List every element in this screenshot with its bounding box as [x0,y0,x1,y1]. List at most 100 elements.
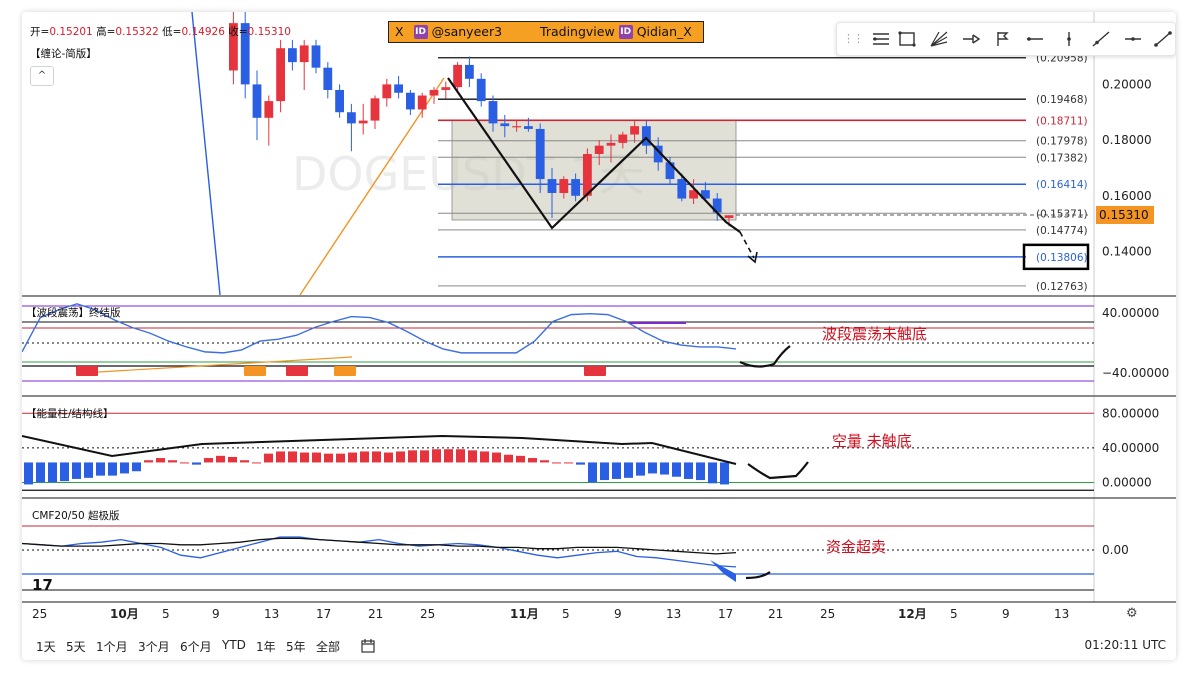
wave-signal-marker [334,366,356,376]
energy-bar [24,462,33,485]
energy-bar [276,451,285,463]
energy-bar [672,462,681,477]
range-1y[interactable]: 1年 [256,638,276,655]
rectangle-tool-icon[interactable] [897,30,917,48]
candle-body [476,78,486,102]
time-axis-label: 25 [32,607,47,621]
price-axis-label: 0.14000 [1102,244,1152,258]
flag-marker-icon[interactable] [993,30,1013,48]
energy-bar [96,462,105,476]
arrow-marker-icon[interactable] [961,30,981,48]
candle-body [358,120,368,124]
energy-bar [648,462,657,474]
energy-bar [408,450,417,463]
fib-level-label: (0.18711) [1036,115,1088,127]
time-axis-label: 25 [420,607,435,621]
range-5y[interactable]: 5年 [286,638,306,655]
candle-body [594,145,604,154]
candle-body [288,48,297,63]
energy-bar [372,451,381,463]
energy-axis-label: 80.00000 [1102,406,1159,420]
time-axis-label: 5 [162,607,170,621]
parallel-lines-icon[interactable] [871,30,891,48]
open-label: 开= [30,26,50,38]
range-6m[interactable]: 6个月 [180,638,212,655]
high-label: 高= [96,26,116,38]
energy-bar [432,449,441,463]
energy-bar [588,462,597,483]
wave-signal-marker [244,366,266,376]
settings-gear-icon[interactable]: ⚙ [1126,606,1138,621]
drag-handle-icon[interactable]: ⋮⋮ [843,32,864,45]
banner-handle-2: Qidian_X [636,24,692,39]
cmf-axis-label: 0.00 [1102,543,1129,557]
range-ytd[interactable]: YTD [222,638,246,652]
energy-bar [132,462,141,472]
watermark-banner: X ID @sanyeer3 Tradingview ID Qidian_X [388,21,704,43]
candle-body [323,67,333,90]
time-axis-label: 25 [820,607,835,621]
wave-annotation: 波段震荡未触底 [822,325,928,343]
blue-trend-line [191,12,221,296]
energy-bar [156,458,165,463]
energy-bar [252,462,261,464]
candle-body [488,101,498,124]
candle-body [606,142,616,146]
collapse-button[interactable]: ^ [30,66,54,86]
open-value: 0.15201 [49,26,93,38]
time-axis-label: 21 [368,607,383,621]
fib-level-label: (0.15371) [1036,208,1088,220]
energy-bar [468,450,477,463]
energy-bar [612,462,621,479]
time-axis-label: 11月 [510,607,539,621]
range-5d[interactable]: 5天 [66,638,86,655]
time-axis-label: 17 [718,607,733,621]
horizontal-ray-icon[interactable] [1025,30,1045,48]
candle-body [559,179,569,193]
energy-bar [240,460,249,463]
wave-peak-mark [630,322,686,324]
time-axis-label: 21 [768,607,783,621]
chart-canvas[interactable]: DOGEUSDT 1天0.140000.160000.180000.20000(… [22,12,1176,660]
ray-line-icon[interactable] [1153,30,1173,48]
energy-bar [660,462,669,475]
low-value: 0.14926 [181,26,225,38]
energy-bar [300,452,309,463]
range-3m[interactable]: 3个月 [138,638,170,655]
candle-body [618,134,628,143]
candle-body [571,179,580,196]
candle-body [347,112,356,124]
energy-axis-label: 0.00000 [1102,475,1152,489]
candle-body [512,126,521,128]
energy-bar [348,452,357,463]
trend-line-icon[interactable] [1091,30,1111,48]
time-axis-label: 13 [1054,607,1069,621]
energy-bar [48,462,57,483]
candle-body [311,45,321,68]
id-badge-icon: ID [413,25,428,39]
projection-arrow-line [739,231,755,259]
time-axis-label: 9 [212,607,220,621]
cmf-dip-fill [710,560,736,582]
calendar-range-icon[interactable] [360,638,376,654]
range-all[interactable]: 全部 [316,638,340,655]
energy-bar [120,462,129,474]
time-axis-label: 9 [614,607,622,621]
price-axis-label: 0.20000 [1102,77,1152,91]
energy-axis-label: 40.00000 [1102,441,1159,455]
banner-handle-1: @sanyeer3 [431,24,503,39]
fib-level-label: (0.19468) [1036,94,1088,106]
time-axis-label: 13 [666,607,681,621]
time-axis-label: 9 [1002,607,1010,621]
cmf-annotation: 资金超卖 [826,538,887,556]
vertical-line-icon[interactable] [1059,30,1079,48]
range-1d[interactable]: 1天 [36,638,56,655]
fib-fan-icon[interactable] [929,30,949,48]
candle-body [370,98,380,121]
energy-bar [108,462,117,476]
range-1m[interactable]: 1个月 [96,638,128,655]
energy-bar [216,455,225,463]
horizontal-line-icon[interactable] [1123,30,1143,48]
energy-bar [564,462,573,464]
candle-body [335,89,344,113]
